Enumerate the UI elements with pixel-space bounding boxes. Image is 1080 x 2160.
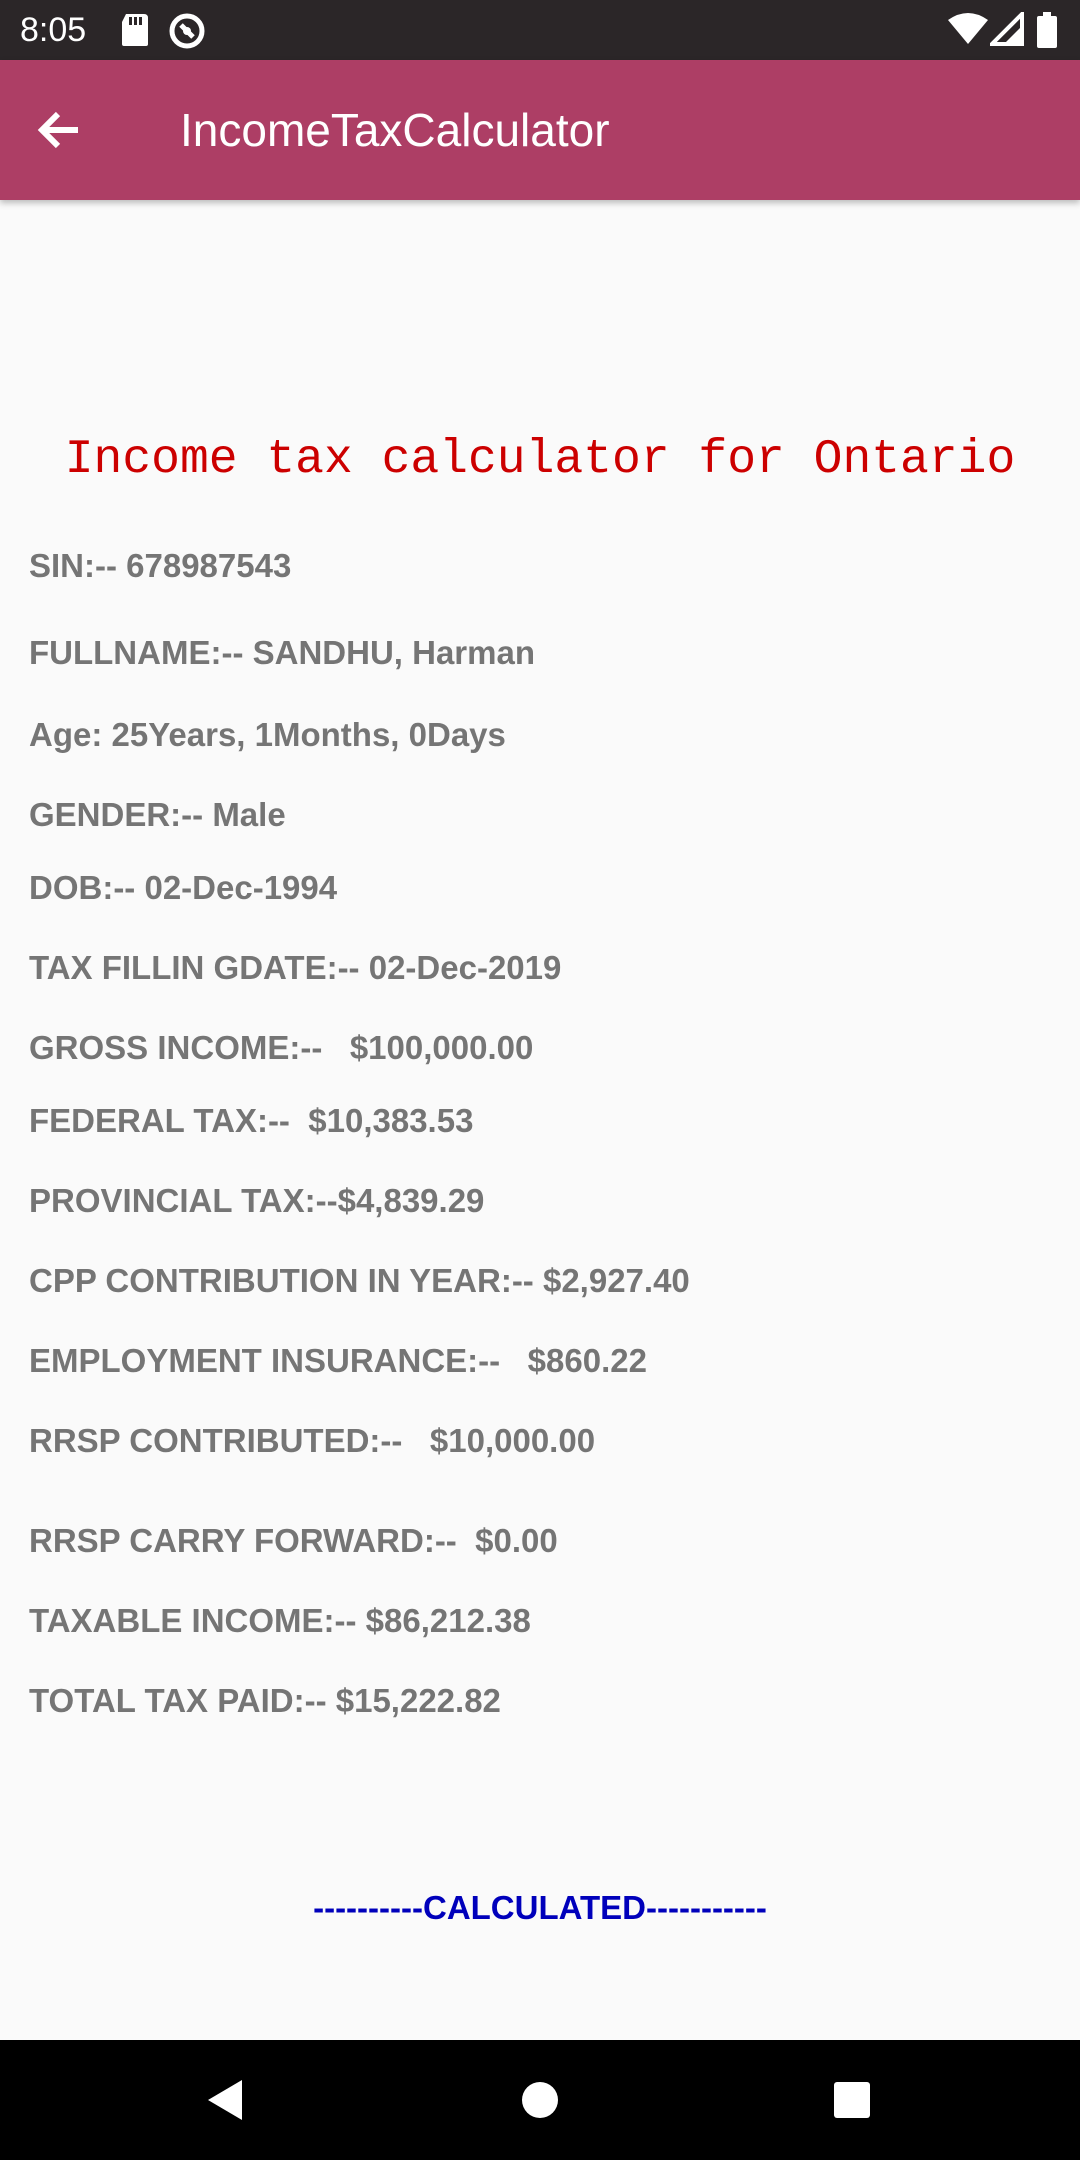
app-title: IncomeTaxCalculator	[180, 104, 610, 156]
taxable-income-line: TAXABLE INCOME:-- $86,212.38	[29, 1602, 531, 1639]
dob-line: DOB:-- 02-Dec-1994	[29, 869, 338, 906]
sd-card-icon	[120, 12, 150, 53]
tax-filling-date-line: TAX FILLIN GDATE:-- 02-Dec-2019	[29, 949, 562, 986]
gross-income-line: GROSS INCOME:-- $100,000.00	[29, 1029, 534, 1066]
app-bar: IncomeTaxCalculator	[0, 60, 1080, 200]
status-time: 8:05	[20, 11, 87, 49]
rrsp-carry-forward-line: RRSP CARRY FORWARD:-- $0.00	[29, 1522, 558, 1559]
cpp-contribution-line: CPP CONTRIBUTION IN YEAR:-- $2,927.40	[29, 1262, 690, 1299]
provincial-tax-line: PROVINCIAL TAX:--$4,839.29	[29, 1182, 485, 1219]
sin-line: SIN:-- 678987543	[29, 547, 292, 584]
fullname-line: FULLNAME:-- SANDHU, Harman	[29, 634, 535, 671]
recents-square-icon[interactable]	[822, 2070, 882, 2130]
home-circle-icon[interactable]	[510, 2070, 570, 2130]
federal-tax-line: FEDERAL TAX:-- $10,383.53	[29, 1102, 474, 1139]
navigation-bar	[0, 2040, 1080, 2160]
back-triangle-icon[interactable]	[196, 2070, 256, 2130]
status-bar: 8:05	[0, 0, 1080, 60]
gender-line: GENDER:-- Male	[29, 796, 286, 833]
wifi-icon	[948, 12, 988, 51]
signal-icon	[987, 9, 1024, 51]
total-tax-paid-line: TOTAL TAX PAID:-- $15,222.82	[29, 1682, 501, 1719]
main-heading: Income tax calculator for Ontario	[64, 433, 1016, 487]
age-line: Age: 25Years, 1Months, 0Days	[29, 716, 506, 753]
employment-insurance-line: EMPLOYMENT INSURANCE:-- $860.22	[29, 1342, 647, 1379]
battery-icon	[1036, 12, 1058, 53]
rrsp-contributed-line: RRSP CONTRIBUTED:-- $10,000.00	[29, 1422, 596, 1459]
arrow-back-icon[interactable]	[30, 100, 110, 160]
calculated-footer: ----------CALCULATED-----------	[313, 1889, 767, 1926]
sync-icon	[168, 12, 206, 55]
